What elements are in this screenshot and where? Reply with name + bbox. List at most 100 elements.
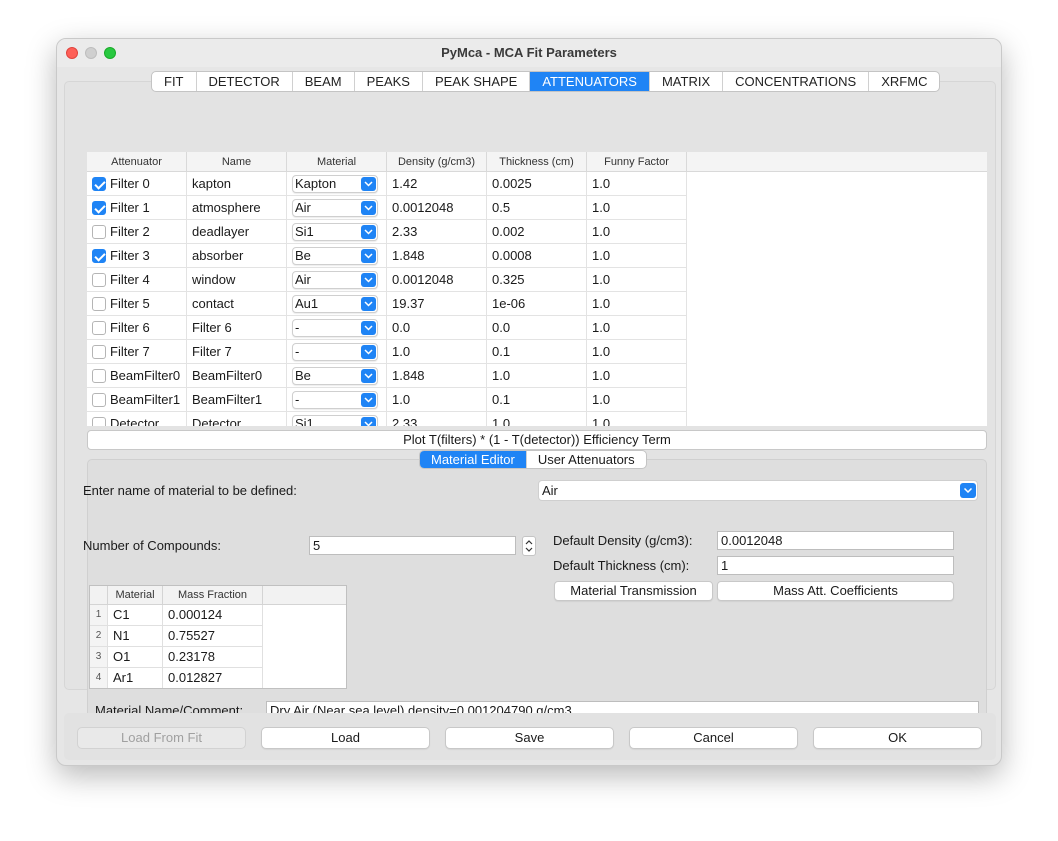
- funny-factor-cell[interactable]: 1.0: [587, 244, 687, 268]
- thickness-cell[interactable]: 1.0: [487, 364, 587, 388]
- material-cell: Be: [287, 364, 387, 388]
- thickness-cell[interactable]: 0.5: [487, 196, 587, 220]
- compounds-count-field[interactable]: 5: [309, 536, 516, 555]
- attenuator-checkbox[interactable]: [92, 201, 106, 215]
- compounds-spinner[interactable]: [522, 536, 536, 556]
- attenuator-name-cell[interactable]: absorber: [187, 244, 287, 268]
- compound-fraction-cell[interactable]: 0.23178: [163, 647, 263, 668]
- attenuator-name-cell[interactable]: Filter 6: [187, 316, 287, 340]
- attenuator-checkbox[interactable]: [92, 273, 106, 287]
- material-select[interactable]: -: [292, 319, 378, 337]
- attenuator-checkbox[interactable]: [92, 393, 106, 407]
- attenuator-name-cell[interactable]: BeamFilter0: [187, 364, 287, 388]
- compound-fraction-cell[interactable]: 0.75527: [163, 626, 263, 647]
- tab-fit[interactable]: FIT: [152, 72, 197, 91]
- thickness-cell[interactable]: 0.0008: [487, 244, 587, 268]
- tab-xrfmc[interactable]: XRFMC: [869, 72, 939, 91]
- funny-factor-cell[interactable]: 1.0: [587, 388, 687, 412]
- density-cell[interactable]: 1.42: [387, 172, 487, 196]
- material-name-select[interactable]: Air: [538, 480, 978, 501]
- default-thickness-field[interactable]: 1: [717, 556, 954, 575]
- thickness-cell[interactable]: 1e-06: [487, 292, 587, 316]
- default-density-field[interactable]: 0.0012048: [717, 531, 954, 550]
- funny-factor-cell[interactable]: 1.0: [587, 412, 687, 426]
- density-cell[interactable]: 0.0012048: [387, 196, 487, 220]
- density-cell[interactable]: 1.848: [387, 244, 487, 268]
- material-select[interactable]: Kapton: [292, 175, 378, 193]
- density-cell[interactable]: 2.33: [387, 220, 487, 244]
- compound-material-cell[interactable]: O1: [108, 647, 163, 668]
- mass-att-coefficients-button[interactable]: Mass Att. Coefficients: [717, 581, 954, 601]
- cancel-button[interactable]: Cancel: [629, 727, 798, 749]
- material-select[interactable]: Be: [292, 367, 378, 385]
- tab-concentrations[interactable]: CONCENTRATIONS: [723, 72, 870, 91]
- thickness-cell[interactable]: 0.0025: [487, 172, 587, 196]
- tab-peaks[interactable]: PEAKS: [355, 72, 423, 91]
- compound-fraction-cell[interactable]: 0.000124: [163, 605, 263, 626]
- attenuator-checkbox[interactable]: [92, 225, 106, 239]
- material-select[interactable]: Au1: [292, 295, 378, 313]
- plot-efficiency-button[interactable]: Plot T(filters) * (1 - T(detector)) Effi…: [87, 430, 987, 450]
- tab-peak-shape[interactable]: PEAK SHAPE: [423, 72, 531, 91]
- density-cell[interactable]: 2.33: [387, 412, 487, 426]
- material-select[interactable]: Be: [292, 247, 378, 265]
- funny-factor-cell[interactable]: 1.0: [587, 268, 687, 292]
- compound-fraction-cell[interactable]: 0.012827: [163, 668, 263, 688]
- thickness-cell[interactable]: 0.002: [487, 220, 587, 244]
- material-select[interactable]: Air: [292, 199, 378, 217]
- attenuator-checkbox[interactable]: [92, 417, 106, 426]
- thickness-cell[interactable]: 0.1: [487, 340, 587, 364]
- density-cell[interactable]: 19.37: [387, 292, 487, 316]
- funny-factor-cell[interactable]: 1.0: [587, 340, 687, 364]
- thickness-cell[interactable]: 1.0: [487, 412, 587, 426]
- attenuator-name-cell[interactable]: kapton: [187, 172, 287, 196]
- material-select[interactable]: -: [292, 391, 378, 409]
- thickness-cell[interactable]: 0.1: [487, 388, 587, 412]
- attenuator-checkbox[interactable]: [92, 297, 106, 311]
- density-cell[interactable]: 1.848: [387, 364, 487, 388]
- sub-tab-user-attenuators[interactable]: User Attenuators: [527, 451, 646, 468]
- attenuator-checkbox[interactable]: [92, 345, 106, 359]
- density-cell[interactable]: 1.0: [387, 388, 487, 412]
- attenuator-name-cell[interactable]: Detector: [187, 412, 287, 426]
- load-button[interactable]: Load: [261, 727, 430, 749]
- attenuator-name-cell[interactable]: contact: [187, 292, 287, 316]
- material-transmission-button[interactable]: Material Transmission: [554, 581, 713, 601]
- load-from-fit-button[interactable]: Load From Fit: [77, 727, 246, 749]
- attenuator-name-cell[interactable]: deadlayer: [187, 220, 287, 244]
- funny-factor-cell[interactable]: 1.0: [587, 172, 687, 196]
- compound-row-index: 2: [90, 626, 108, 647]
- material-select[interactable]: -: [292, 343, 378, 361]
- thickness-cell[interactable]: 0.325: [487, 268, 587, 292]
- tab-beam[interactable]: BEAM: [293, 72, 355, 91]
- attenuator-checkbox[interactable]: [92, 249, 106, 263]
- material-select[interactable]: Si1: [292, 223, 378, 241]
- attenuator-checkbox[interactable]: [92, 321, 106, 335]
- density-cell[interactable]: 1.0: [387, 340, 487, 364]
- funny-factor-cell[interactable]: 1.0: [587, 196, 687, 220]
- funny-factor-cell[interactable]: 1.0: [587, 364, 687, 388]
- attenuator-checkbox[interactable]: [92, 177, 106, 191]
- material-select[interactable]: Si1: [292, 415, 378, 426]
- attenuator-name-cell[interactable]: window: [187, 268, 287, 292]
- funny-factor-cell[interactable]: 1.0: [587, 220, 687, 244]
- sub-tab-material-editor[interactable]: Material Editor: [420, 451, 527, 468]
- save-button[interactable]: Save: [445, 727, 614, 749]
- attenuator-name-cell[interactable]: Filter 7: [187, 340, 287, 364]
- compound-material-cell[interactable]: Ar1: [108, 668, 163, 688]
- attenuator-name-cell[interactable]: atmosphere: [187, 196, 287, 220]
- tab-detector[interactable]: DETECTOR: [197, 72, 293, 91]
- funny-factor-cell[interactable]: 1.0: [587, 316, 687, 340]
- density-cell[interactable]: 0.0012048: [387, 268, 487, 292]
- material-select[interactable]: Air: [292, 271, 378, 289]
- tab-attenuators[interactable]: ATTENUATORS: [530, 72, 650, 91]
- ok-button[interactable]: OK: [813, 727, 982, 749]
- attenuator-checkbox[interactable]: [92, 369, 106, 383]
- density-cell[interactable]: 0.0: [387, 316, 487, 340]
- thickness-cell[interactable]: 0.0: [487, 316, 587, 340]
- attenuator-name-cell[interactable]: BeamFilter1: [187, 388, 287, 412]
- compound-material-cell[interactable]: C1: [108, 605, 163, 626]
- tab-matrix[interactable]: MATRIX: [650, 72, 724, 91]
- funny-factor-cell[interactable]: 1.0: [587, 292, 687, 316]
- compound-material-cell[interactable]: N1: [108, 626, 163, 647]
